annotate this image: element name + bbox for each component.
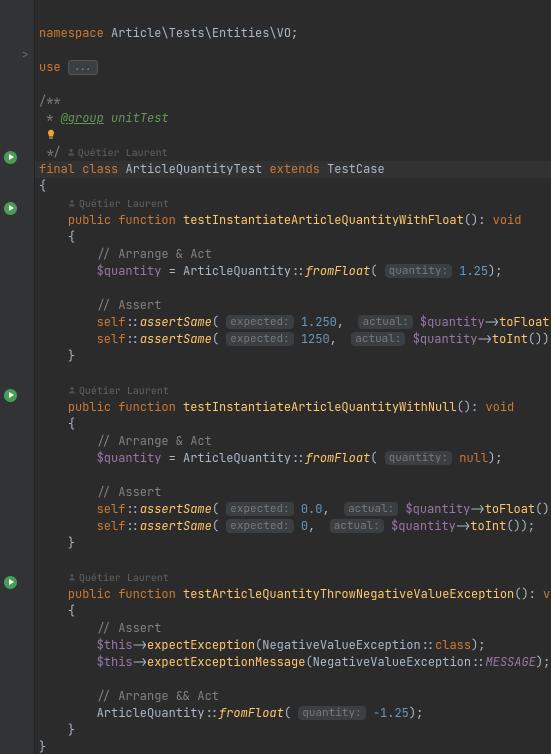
code-line: ArticleQuantity::fromFloat( quantity: -1… [35,705,551,722]
run-test-icon[interactable] [4,389,17,402]
run-class-icon[interactable] [4,151,17,164]
code-line: // Assert [35,484,551,501]
code-line [35,365,551,382]
code-line: self::assertSame( expected: 0, actual: $… [35,518,551,535]
code-line: public function testInstantiateArticleQu… [35,399,551,416]
param-hint: quantity: [385,264,452,278]
fold-chevron-icon[interactable]: > [22,50,29,61]
code-line: Quétier Laurent [35,569,551,586]
param-hint: expected: [226,502,293,516]
param-hint: quantity: [298,706,365,720]
code-line: $quantity = ArticleQuantity::fromFloat( … [35,450,551,467]
param-hint: actual: [358,315,412,329]
code-line: use ... [35,59,551,76]
code-line: $this->expectException(NegativeValueExce… [35,637,551,654]
code-line [35,552,551,569]
param-hint: expected: [226,315,293,329]
person-icon [68,386,76,394]
gutter: > [0,0,35,754]
code-line: public function testArticleQuantityThrow… [35,586,551,603]
code-line: // Assert [35,620,551,637]
person-icon [68,199,76,207]
code-line: { [35,603,551,620]
method-name: testInstantiateArticleQuantityWithNull [183,399,457,415]
code-line: Quétier Laurent [35,382,551,399]
code-line: self::assertSame( expected: 0.0, actual:… [35,501,551,518]
code-line: self::assertSame( expected: 1.250, actua… [35,314,551,331]
code-area[interactable]: namespace Article\Tests\Entities\VO; use… [35,0,551,754]
code-line: { [35,178,551,195]
code-line: public function testInstantiateArticleQu… [35,212,551,229]
code-line [35,671,551,688]
author-annotation: Quétier Laurent [68,384,169,397]
person-icon [67,148,75,156]
code-line [35,76,551,93]
code-line: } [35,722,551,739]
author-annotation: Quétier Laurent [68,571,169,584]
param-hint: actual: [344,502,398,516]
code-line: $this->expectExceptionMessage(NegativeVa… [35,654,551,671]
code-line: /** [35,93,551,110]
fold-region[interactable]: ... [68,60,98,75]
code-line: $quantity = ArticleQuantity::fromFloat( … [35,263,551,280]
code-line: final class ArticleQuantityTest extends … [35,161,551,178]
param-hint: quantity: [385,451,452,465]
code-line: } [35,348,551,365]
code-editor: > namespace Article\Tests\Entities\VO; u… [0,0,551,754]
code-line [35,127,551,144]
code-line [35,467,551,484]
author-annotation: Quétier Laurent [68,197,169,210]
code-line: self::assertSame( expected: 1250, actual… [35,331,551,348]
author-annotation: Quétier Laurent [61,146,168,159]
code-line: namespace Article\Tests\Entities\VO; [35,25,551,42]
code-line: // Arrange && Act [35,688,551,705]
run-test-icon[interactable] [4,202,17,215]
code-line: Quétier Laurent [35,195,551,212]
code-line [35,42,551,59]
method-name: testArticleQuantityThrowNegativeValueExc… [183,586,514,602]
code-line [35,280,551,297]
code-line: // Arrange & Act [35,433,551,450]
param-hint: expected: [226,519,293,533]
param-hint: actual: [330,519,384,533]
code-line: } [35,535,551,552]
param-hint: expected: [226,332,293,346]
param-hint: actual: [351,332,405,346]
code-line: { [35,229,551,246]
code-line [35,8,551,25]
method-name: testInstantiateArticleQuantityWithFloat [183,212,464,228]
run-test-icon[interactable] [4,576,17,589]
code-line: { [35,416,551,433]
intention-bulb-icon[interactable] [45,129,57,141]
code-line: // Assert [35,297,551,314]
code-line: // Arrange & Act [35,246,551,263]
code-line: * @group unitTest [35,110,551,127]
code-line: } [35,739,551,754]
person-icon [68,573,76,581]
code-line: */ Quétier Laurent [35,144,551,161]
